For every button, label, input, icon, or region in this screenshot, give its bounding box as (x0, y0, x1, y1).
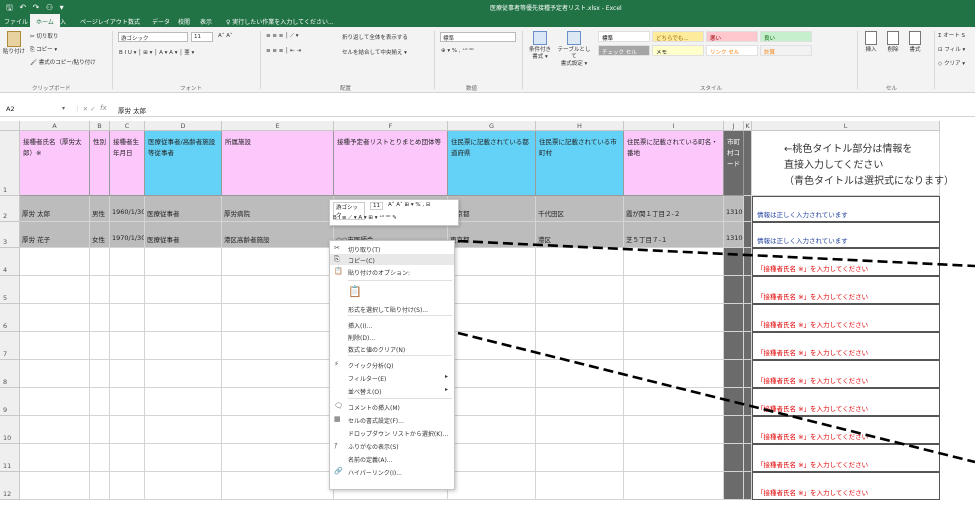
annotation-arrows (457, 239, 975, 464)
annotation-arrow-line (457, 331, 975, 464)
annotation-arrow-line (457, 239, 975, 268)
